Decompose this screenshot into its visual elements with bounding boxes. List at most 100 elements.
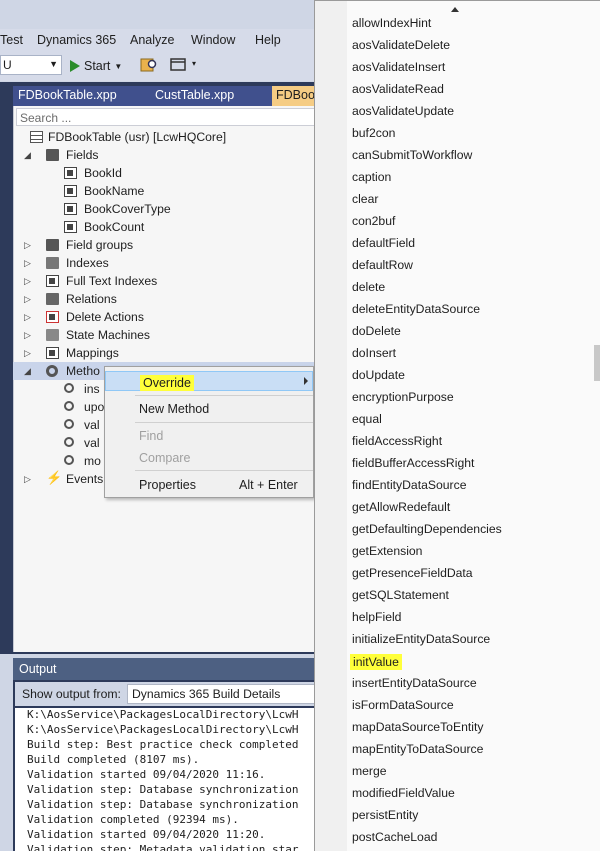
menu-help[interactable]: Help (255, 33, 281, 47)
override-item[interactable]: doUpdate (352, 368, 405, 382)
find-in-files-icon[interactable] (140, 57, 158, 73)
collapsed-icon[interactable]: ▷ (24, 348, 31, 359)
expanded-icon[interactable]: ◢ (24, 366, 31, 377)
override-item[interactable]: aosValidateUpdate (352, 104, 454, 118)
tree-field-item[interactable]: BookId (64, 164, 264, 182)
override-item[interactable]: buf2con (352, 126, 395, 140)
override-item[interactable]: con2buf (352, 214, 395, 228)
tree-node-field-groups[interactable]: ▷ Field groups (24, 236, 304, 254)
lightning-icon: ⚡ (46, 470, 63, 485)
override-item[interactable]: doInsert (352, 346, 396, 360)
override-item[interactable]: caption (352, 170, 391, 184)
tree-label: BookName (84, 184, 145, 198)
override-item-highlighted[interactable]: initValue (350, 654, 402, 670)
menu-test[interactable]: Test (0, 33, 23, 47)
override-item[interactable]: aosValidateDelete (352, 38, 450, 52)
menu-item-new-method[interactable]: New Method (105, 399, 313, 419)
scrollbar-thumb[interactable] (594, 345, 600, 381)
collapsed-icon[interactable]: ▷ (24, 276, 31, 287)
overflow-icon[interactable]: ▾ (192, 59, 196, 68)
override-item[interactable]: allowIndexHint (352, 16, 431, 30)
tree-node-indexes[interactable]: ▷ Indexes (24, 254, 304, 272)
override-item[interactable]: equal (352, 412, 382, 426)
override-item[interactable]: helpField (352, 610, 401, 624)
override-item[interactable]: getSQLStatement (352, 588, 449, 602)
tree-node-relations[interactable]: ▷ Relations (24, 290, 304, 308)
override-item[interactable]: doDelete (352, 324, 401, 338)
override-item[interactable]: initializeEntityDataSource (352, 632, 490, 646)
tree-label: Relations (66, 292, 117, 306)
window-layout-icon[interactable] (170, 57, 188, 73)
tree-node-delete-actions[interactable]: ▷ Delete Actions (24, 308, 304, 326)
tree-field-item[interactable]: BookCoverType (64, 200, 264, 218)
menu-dynamics-365[interactable]: Dynamics 365 (37, 33, 116, 47)
tree-field-item[interactable]: BookCount (64, 218, 264, 236)
tree-method-item[interactable]: upo (64, 398, 104, 416)
tree-method-item[interactable]: val (64, 434, 104, 452)
tree-node-methods[interactable]: ◢ Metho (24, 362, 104, 380)
override-item[interactable]: aosValidateRead (352, 82, 444, 96)
tree-node-mappings[interactable]: ▷ Mappings (24, 344, 304, 362)
override-item[interactable]: fieldBufferAccessRight (352, 456, 474, 470)
override-item[interactable]: persistEntity (352, 808, 418, 822)
collapsed-icon[interactable]: ▷ (24, 474, 31, 485)
find-label: Find (139, 429, 164, 443)
search-input[interactable]: Search ... (16, 108, 315, 126)
tree-method-item[interactable]: mo (64, 452, 104, 470)
override-item[interactable]: defaultField (352, 236, 415, 250)
menu-window[interactable]: Window (191, 33, 235, 47)
override-item[interactable]: getPresenceFieldData (352, 566, 473, 580)
play-icon (70, 60, 80, 72)
tree-node-fields[interactable]: ◢ Fields (24, 146, 304, 164)
menu-item-override[interactable]: Override (105, 371, 313, 391)
override-item[interactable]: getAllowRedefault (352, 500, 450, 514)
collapsed-icon[interactable]: ▷ (24, 240, 31, 251)
override-item[interactable]: getExtension (352, 544, 422, 558)
output-source-select[interactable]: Dynamics 365 Build Details (127, 684, 317, 704)
menu-analyze[interactable]: Analyze (130, 33, 174, 47)
override-item[interactable]: getDefaultingDependencies (352, 522, 502, 536)
tree-node-state-machines[interactable]: ▷ State Machines (24, 326, 304, 344)
scroll-up-icon[interactable] (451, 7, 459, 12)
override-item[interactable]: mapEntityToDataSource (352, 742, 483, 756)
menu-item-properties[interactable]: Properties Alt + Enter (105, 475, 313, 495)
field-icon (64, 167, 77, 179)
override-item[interactable]: clear (352, 192, 378, 206)
configuration-combo[interactable]: U ▼ (0, 55, 62, 75)
override-item[interactable]: merge (352, 764, 387, 778)
tab-fdbook-active[interactable]: FDBoo (272, 86, 319, 106)
tree-method-item[interactable]: val (64, 416, 104, 434)
override-item[interactable]: fieldAccessRight (352, 434, 442, 448)
override-item[interactable]: postCacheLoad (352, 830, 437, 844)
expanded-icon[interactable]: ◢ (24, 150, 31, 161)
tab-custtable-xpp[interactable]: CustTable.xpp (155, 88, 234, 102)
override-item[interactable]: defaultRow (352, 258, 413, 272)
override-item[interactable]: isFormDataSource (352, 698, 454, 712)
override-item[interactable]: delete (352, 280, 385, 294)
collapsed-icon[interactable]: ▷ (24, 330, 31, 341)
start-button[interactable]: Start ▼ (70, 56, 122, 76)
override-label: Override (140, 375, 194, 391)
method-icon (64, 419, 74, 429)
tree-label: val (84, 436, 100, 450)
output-text[interactable]: K:\AosService\PackagesLocalDirectory\Lcw… (15, 708, 315, 851)
collapsed-icon[interactable]: ▷ (24, 258, 31, 269)
override-item[interactable]: insertEntityDataSource (352, 676, 477, 690)
override-item[interactable]: modifiedFieldValue (352, 786, 455, 800)
tree-node-events[interactable]: ▷ ⚡ Events (24, 470, 104, 488)
collapsed-icon[interactable]: ▷ (24, 294, 31, 305)
tree-node-full-text-indexes[interactable]: ▷ Full Text Indexes (24, 272, 304, 290)
tab-fdbooktable-xpp[interactable]: FDBookTable.xpp (18, 88, 117, 102)
override-item[interactable]: encryptionPurpose (352, 390, 454, 404)
override-item[interactable]: canSubmitToWorkflow (352, 148, 472, 162)
override-item[interactable]: mapDataSourceToEntity (352, 720, 483, 734)
override-item[interactable]: deleteEntityDataSource (352, 302, 480, 316)
override-item[interactable]: aosValidateInsert (352, 60, 445, 74)
collapsed-icon[interactable]: ▷ (24, 312, 31, 323)
override-item[interactable]: findEntityDataSource (352, 478, 467, 492)
menu-bar: Test Dynamics 365 Analyze Window Help (0, 29, 315, 51)
tree-method-item[interactable]: ins (64, 380, 104, 398)
tree-label: BookCount (84, 220, 145, 234)
tree-root[interactable]: FDBookTable (usr) [LcwHQCore] (30, 128, 310, 146)
tree-field-item[interactable]: BookName (64, 182, 264, 200)
